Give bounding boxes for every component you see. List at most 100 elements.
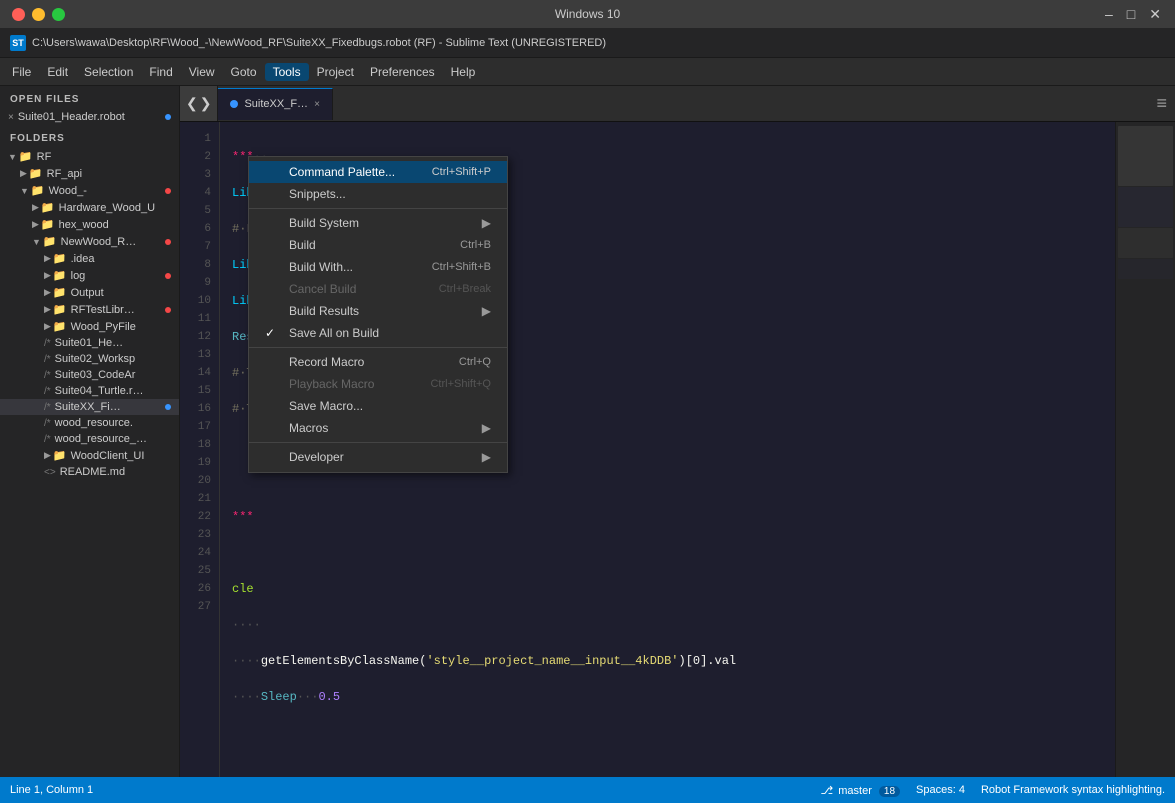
- folder-rf[interactable]: ▼ 📁 RF: [0, 148, 179, 165]
- menu-goto[interactable]: Goto: [223, 63, 265, 81]
- menu-view[interactable]: View: [181, 63, 223, 81]
- folder-newwood[interactable]: ▼ 📁 NewWood_R…: [0, 233, 179, 250]
- menu-item-build-results[interactable]: Build Results ▶: [249, 300, 507, 322]
- menu-item-cancel-build[interactable]: Cancel Build Ctrl+Break: [249, 278, 507, 300]
- submenu-arrow-macros: ▶: [482, 421, 491, 435]
- menu-item-build-with[interactable]: Build With... Ctrl+Shift+B: [249, 256, 507, 278]
- developer-label: Developer: [289, 450, 344, 464]
- menu-item-developer[interactable]: Developer ▶: [249, 446, 507, 468]
- menu-edit[interactable]: Edit: [39, 63, 76, 81]
- build-with-label: Build With...: [289, 260, 353, 274]
- maximize-button[interactable]: [52, 8, 65, 21]
- file-woodres2[interactable]: /* wood_resource_…: [0, 431, 179, 447]
- playback-macro-shortcut: Ctrl+Shift+Q: [430, 378, 491, 390]
- save-macro-label: Save Macro...: [289, 399, 363, 413]
- file-suite04[interactable]: /* Suite04_Turtle.r…: [0, 383, 179, 399]
- folder-rftest[interactable]: ▶ 📁 RFTestLibr…: [0, 301, 179, 318]
- minimize-button[interactable]: [32, 8, 45, 21]
- open-file-suite01[interactable]: × Suite01_Header.robot: [0, 109, 179, 125]
- minimap-toggle[interactable]: ≡: [1148, 93, 1175, 114]
- separator2: [249, 347, 507, 348]
- file-suite03[interactable]: /* Suite03_CodeAr: [0, 367, 179, 383]
- submenu-arrow-build-system: ▶: [482, 216, 491, 230]
- cancel-build-label: Cancel Build: [289, 282, 356, 296]
- build-results-label: Build Results: [289, 304, 359, 318]
- menu-item-command-palette[interactable]: Command Palette... Ctrl+Shift+P: [249, 161, 507, 183]
- playback-macro-label: Playback Macro: [289, 377, 374, 391]
- nav-back[interactable]: ❮: [186, 95, 198, 112]
- status-syntax: Robot Framework syntax highlighting.: [981, 784, 1165, 797]
- file-suitexx[interactable]: /* SuiteXX_Fi…: [0, 399, 179, 415]
- tab-modified-dot: [230, 100, 238, 108]
- command-palette-label: Command Palette...: [289, 165, 395, 179]
- cancel-build-shortcut: Ctrl+Break: [439, 283, 491, 295]
- close-button[interactable]: [12, 8, 25, 21]
- command-palette-shortcut: Ctrl+Shift+P: [432, 166, 491, 178]
- folder-dot2: [165, 239, 171, 245]
- check-icon: ✓: [265, 326, 281, 340]
- branch-count: 18: [879, 786, 900, 797]
- build-label: Build: [289, 238, 316, 252]
- folder-woodclient[interactable]: ▶ 📁 WoodClient_UI: [0, 447, 179, 464]
- folder-hex[interactable]: ▶ 📁 hex_wood: [0, 216, 179, 233]
- menu-item-build-system[interactable]: Build System ▶: [249, 212, 507, 234]
- sidebar: OPEN FILES × Suite01_Header.robot FOLDER…: [0, 86, 180, 777]
- menu-selection[interactable]: Selection: [76, 63, 141, 81]
- status-spaces: Spaces: 4: [916, 784, 965, 797]
- folder-dot4: [165, 307, 171, 313]
- menu-help[interactable]: Help: [443, 63, 484, 81]
- record-macro-shortcut: Ctrl+Q: [459, 356, 491, 368]
- line-numbers: 1 2 3 4 5 6 7 8 9 10 11 12 13 14 15 16 1…: [180, 122, 220, 777]
- path-bar: ST C:\Users\wawa\Desktop\RF\Wood_-\NewWo…: [0, 28, 1175, 58]
- folder-output[interactable]: ▶ 📁 Output: [0, 284, 179, 301]
- folder-rf-api[interactable]: ▶ 📁 RF_api: [0, 165, 179, 182]
- window-controls: [12, 8, 65, 21]
- tools-dropdown: Command Palette... Ctrl+Shift+P Snippets…: [248, 156, 508, 473]
- win-right-controls: – □ ✕: [1101, 6, 1165, 23]
- folder-log[interactable]: ▶ 📁 log: [0, 267, 179, 284]
- file-suite02[interactable]: /* Suite02_Worksp: [0, 351, 179, 367]
- nav-forward[interactable]: ❯: [200, 95, 212, 112]
- status-branch: ⎇ master 18: [820, 784, 900, 797]
- win-minimize-icon[interactable]: –: [1101, 6, 1117, 23]
- tab-label: SuiteXX_F…: [244, 98, 308, 110]
- file-readme[interactable]: <> README.md: [0, 464, 179, 480]
- record-macro-label: Record Macro: [289, 355, 364, 369]
- submenu-arrow-build-results: ▶: [482, 304, 491, 318]
- submenu-arrow-developer: ▶: [482, 450, 491, 464]
- folders-section: FOLDERS: [0, 125, 179, 148]
- folder-wood[interactable]: ▼ 📁 Wood_-: [0, 182, 179, 199]
- menu-project[interactable]: Project: [309, 63, 362, 81]
- status-position: Line 1, Column 1: [10, 784, 93, 796]
- menu-item-macros[interactable]: Macros ▶: [249, 417, 507, 439]
- menu-item-save-macro[interactable]: Save Macro...: [249, 395, 507, 417]
- build-with-shortcut: Ctrl+Shift+B: [432, 261, 491, 273]
- window-title: Windows 10: [555, 7, 620, 21]
- status-right: ⎇ master 18 Spaces: 4 Robot Framework sy…: [820, 784, 1165, 797]
- menu-item-playback-macro[interactable]: Playback Macro Ctrl+Shift+Q: [249, 373, 507, 395]
- menu-item-save-all-on-build[interactable]: ✓ Save All on Build: [249, 322, 507, 344]
- folder-hardware[interactable]: ▶ 📁 Hardware_Wood_U: [0, 199, 179, 216]
- menu-bar: File Edit Selection Find View Goto Tools…: [0, 58, 1175, 86]
- win-restore-icon[interactable]: □: [1123, 6, 1139, 23]
- menu-item-build[interactable]: Build Ctrl+B: [249, 234, 507, 256]
- menu-item-snippets[interactable]: Snippets...: [249, 183, 507, 205]
- separator1: [249, 208, 507, 209]
- file-woodres1[interactable]: /* wood_resource.: [0, 415, 179, 431]
- build-system-label: Build System: [289, 216, 359, 230]
- save-all-label: Save All on Build: [289, 326, 379, 340]
- build-shortcut: Ctrl+B: [460, 239, 491, 251]
- folder-idea[interactable]: ▶ 📁 .idea: [0, 250, 179, 267]
- menu-file[interactable]: File: [4, 63, 39, 81]
- menu-item-record-macro[interactable]: Record Macro Ctrl+Q: [249, 351, 507, 373]
- tab-suitexx[interactable]: SuiteXX_F… ×: [218, 88, 332, 120]
- menu-preferences[interactable]: Preferences: [362, 63, 443, 81]
- menu-find[interactable]: Find: [141, 63, 180, 81]
- folder-woodpy[interactable]: ▶ 📁 Wood_PyFile: [0, 318, 179, 335]
- tab-close-icon[interactable]: ×: [314, 99, 320, 110]
- file-suite01[interactable]: /* Suite01_He…: [0, 335, 179, 351]
- menu-tools[interactable]: Tools: [265, 63, 309, 81]
- app-icon: ST: [10, 35, 26, 51]
- title-bar: Windows 10 – □ ✕: [0, 0, 1175, 28]
- win-close-icon[interactable]: ✕: [1145, 6, 1165, 23]
